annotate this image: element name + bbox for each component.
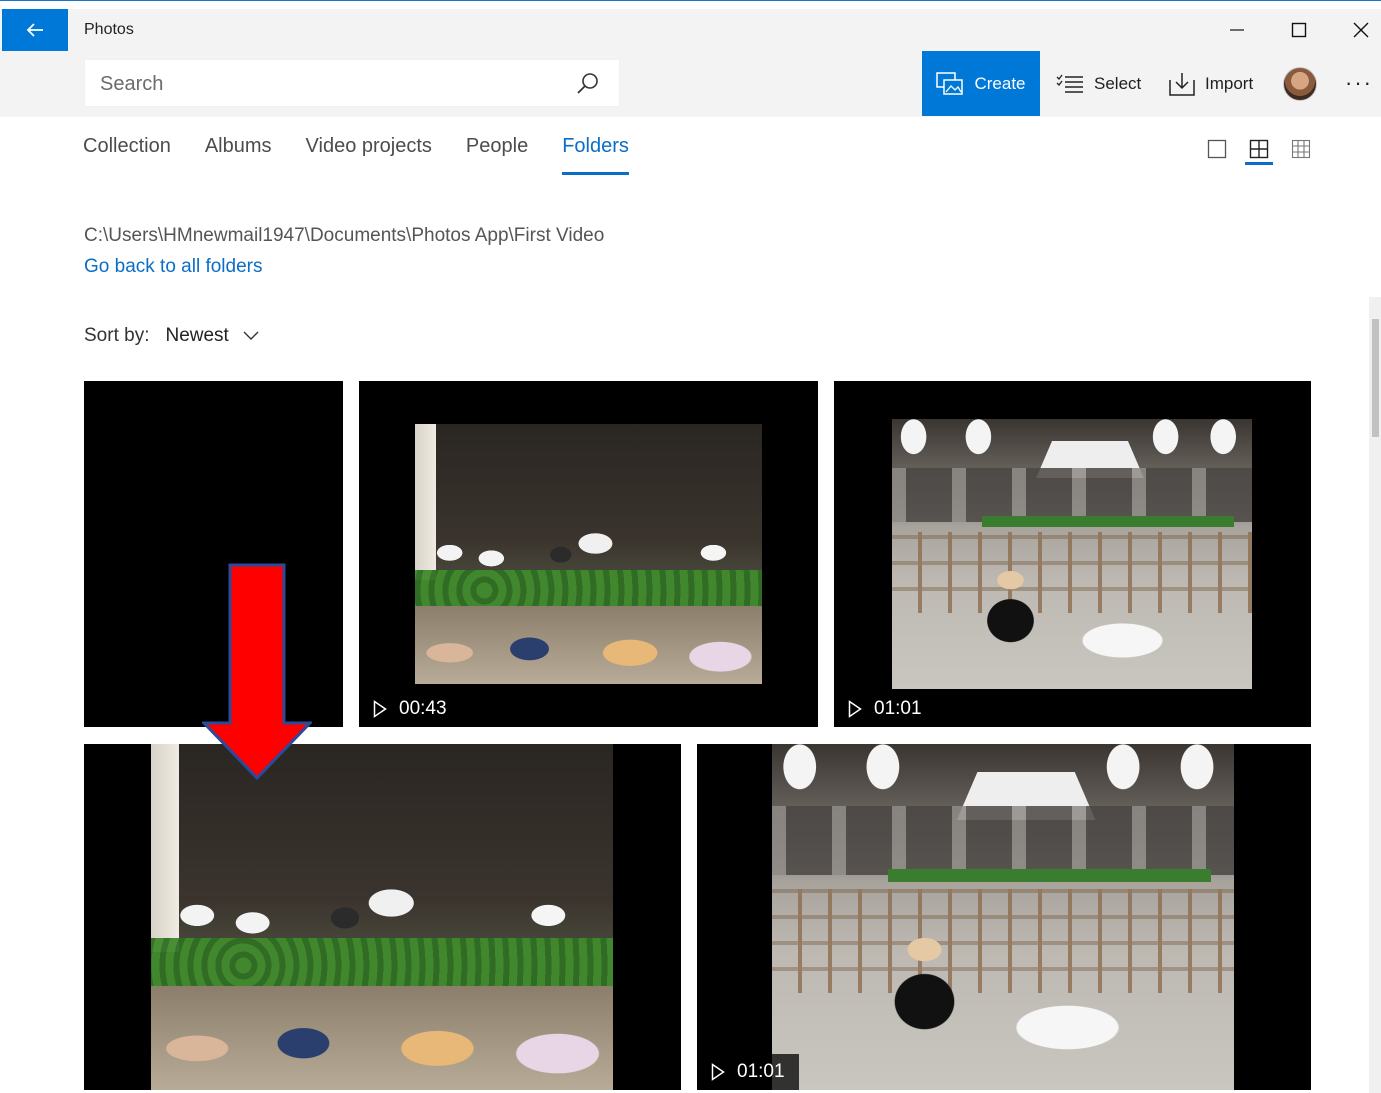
tab-collection[interactable]: Collection — [83, 135, 171, 175]
four-squares-icon — [1249, 139, 1269, 159]
search-input[interactable] — [85, 60, 565, 108]
video-duration-badge: 01:01 — [834, 691, 936, 727]
video-tile[interactable] — [84, 744, 681, 1090]
select-label: Select — [1094, 73, 1142, 93]
back-arrow-icon — [26, 23, 43, 37]
create-icon — [936, 71, 964, 95]
select-list-icon — [1056, 74, 1083, 93]
command-bar: Create Select Import ··· — [0, 51, 1381, 117]
large-tiles-toggle[interactable] — [1205, 137, 1229, 161]
folder-path: C:\Users\HMnewmail1947\Documents\Photos … — [84, 225, 605, 246]
scrollbar-thumb[interactable] — [1372, 319, 1379, 437]
video-tile[interactable]: 01:01 — [834, 381, 1311, 727]
search-icon[interactable] — [575, 71, 601, 97]
sort-label: Sort by: — [84, 325, 150, 346]
single-square-icon — [1207, 139, 1227, 159]
minimize-icon — [1230, 29, 1244, 31]
small-tiles-toggle[interactable] — [1289, 137, 1313, 161]
select-button[interactable]: Select — [1056, 51, 1141, 116]
duration-text: 01:01 — [874, 698, 922, 719]
duration-text: 01:01 — [737, 1061, 785, 1082]
video-thumbnail — [892, 419, 1252, 689]
import-button[interactable]: Import — [1169, 51, 1253, 116]
close-icon — [1353, 22, 1369, 38]
tab-folders[interactable]: Folders — [562, 135, 629, 175]
photos-window: Photos Create — [0, 0, 1381, 1093]
video-tile[interactable]: 01:01 — [697, 744, 1311, 1090]
vertical-scrollbar[interactable] — [1369, 297, 1381, 1093]
duration-text: 00:43 — [399, 698, 447, 719]
tab-albums[interactable]: Albums — [205, 135, 272, 175]
medium-tiles-toggle[interactable] — [1245, 137, 1273, 165]
import-icon — [1169, 72, 1195, 96]
back-button[interactable] — [2, 9, 68, 51]
sort-control: Sort by: Newest — [84, 325, 259, 347]
create-label: Create — [974, 73, 1026, 93]
tab-people[interactable]: People — [466, 135, 528, 175]
close-button[interactable] — [1330, 9, 1381, 51]
video-duration-badge: 00:43 — [359, 691, 461, 727]
video-thumbnail — [772, 744, 1234, 1090]
video-thumbnail — [151, 744, 613, 1090]
search-box — [84, 59, 620, 108]
video-duration-badge: 01:01 — [697, 1054, 799, 1090]
grid-icon — [1291, 139, 1311, 159]
minimize-button[interactable] — [1206, 9, 1268, 51]
more-options-button[interactable]: ··· — [1342, 71, 1376, 95]
import-label: Import — [1205, 73, 1254, 93]
sort-value: Newest — [165, 325, 229, 346]
play-icon — [848, 700, 862, 718]
red-arrow-annotation — [202, 563, 312, 781]
sort-dropdown[interactable]: Newest — [165, 325, 259, 347]
tab-video-projects[interactable]: Video projects — [306, 135, 432, 175]
title-bar: Photos — [0, 9, 1381, 51]
app-title: Photos — [84, 21, 134, 38]
account-avatar[interactable] — [1283, 67, 1317, 101]
video-tile[interactable]: 00:43 — [359, 381, 818, 727]
create-button[interactable]: Create — [922, 51, 1040, 116]
video-thumbnail — [415, 424, 762, 684]
maximize-button[interactable] — [1268, 9, 1330, 51]
maximize-icon — [1291, 22, 1307, 38]
play-icon — [711, 1063, 725, 1081]
play-icon — [373, 700, 387, 718]
nav-tabs: Collection Albums Video projects People … — [83, 135, 663, 175]
back-to-folders-link[interactable]: Go back to all folders — [84, 256, 262, 278]
chevron-down-icon — [243, 331, 259, 340]
